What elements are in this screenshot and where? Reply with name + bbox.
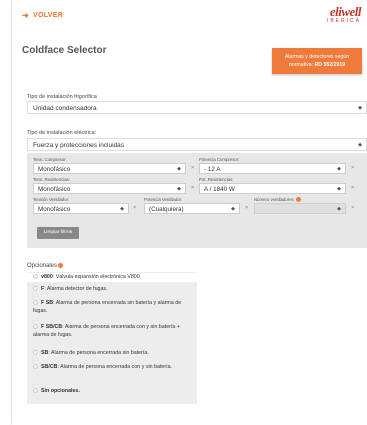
tipo-frigorifica-select[interactable]: Unidad condensadora ◆ xyxy=(27,101,367,114)
back-link[interactable]: ➜ VOLVER xyxy=(22,11,63,20)
option-item[interactable]: Sin opcionales. xyxy=(33,387,193,395)
chevron-updown-icon: ◆ xyxy=(337,206,341,212)
tipo-frigorifica-label: Tipo de instalación frigorífica xyxy=(27,94,97,100)
potencia-ventilador-select[interactable]: (Cualquiera) ◆ xyxy=(144,203,240,214)
filter-panel: Tens. Compresor: Monofásico ◆ × Potencia… xyxy=(27,153,367,248)
regulation-alert-button[interactable]: Alarmas y detectores según normativa: RD… xyxy=(272,48,362,74)
tipo-electrica-value: Fuerza y protecciones incluidas xyxy=(33,142,125,149)
tipo-frigorifica-value: Unidad condensadora xyxy=(33,105,97,112)
radio-icon[interactable] xyxy=(33,286,38,292)
clear-potencia-compresor-icon[interactable]: × xyxy=(351,165,354,171)
tension-compresor-label: Tens. Compresor: xyxy=(33,157,67,162)
tipo-electrica-label: Tipo de instalación eléctrica: xyxy=(27,130,97,136)
tension-resistencias-select[interactable]: Monofásico ◆ xyxy=(33,183,186,194)
option-item[interactable]: SB: Alarma de persona encerrada sin bate… xyxy=(33,349,193,357)
opcionales-title: Opcionales xyxy=(27,263,64,269)
chevron-updown-icon: ◆ xyxy=(358,142,362,148)
radio-icon[interactable] xyxy=(33,364,38,370)
tension-resistencias-label: Tens. Resistencias: xyxy=(33,177,71,182)
tipo-electrica-select[interactable]: Fuerza y protecciones incluidas ◆ xyxy=(27,138,367,151)
potencia-compresor-label: Potencia Compresor: xyxy=(199,157,240,162)
clear-tension-ventilador-icon[interactable]: × xyxy=(133,205,136,211)
clear-numero-ventiladores-icon[interactable]: × xyxy=(351,205,354,211)
logo-subtitle: IBERICA xyxy=(326,18,361,24)
radio-icon[interactable] xyxy=(33,350,38,356)
chevron-updown-icon: ◆ xyxy=(120,206,124,212)
chevron-updown-icon: ◆ xyxy=(177,186,181,192)
radio-icon[interactable] xyxy=(33,324,38,330)
option-item[interactable]: SB/CB: Alarma de persona encerrada con y… xyxy=(33,363,193,371)
potencia-resistencias-value: A / 1840 W xyxy=(204,186,235,193)
tension-resistencias-value: Monofásico xyxy=(38,186,71,193)
alert-line-1: Alarmas y detectores según xyxy=(284,54,350,60)
info-icon[interactable] xyxy=(58,263,64,268)
tension-ventilador-value: Monofásico xyxy=(38,206,71,213)
info-icon[interactable] xyxy=(295,197,301,203)
option-item[interactable]: F SB/CB: Alarma de persona encerrada con… xyxy=(33,323,193,339)
clear-tension-resistencias-icon[interactable]: × xyxy=(191,185,194,191)
page-title: Coldface Selector xyxy=(22,45,107,56)
chevron-updown-icon: ◆ xyxy=(337,166,341,172)
potencia-compresor-value: - 12 A xyxy=(204,166,221,173)
potencia-resistencias-label: Pot. Resistencias: xyxy=(199,177,234,182)
numero-ventiladores-select[interactable]: ◆ xyxy=(254,203,346,214)
potencia-ventilador-label: Potencia Ventilador: xyxy=(144,197,183,202)
chevron-updown-icon: ◆ xyxy=(337,186,341,192)
tension-ventilador-label: Tensión Ventilador: xyxy=(33,197,70,202)
arrow-left-icon: ➜ xyxy=(22,11,30,20)
tension-ventilador-select[interactable]: Monofásico ◆ xyxy=(33,203,129,214)
radio-icon[interactable] xyxy=(33,388,38,394)
brand-logo: eliwell IBERICA xyxy=(313,4,362,24)
clear-filters-button[interactable]: Limpiar filtros xyxy=(37,227,79,239)
chevron-updown-icon: ◆ xyxy=(177,166,181,172)
tension-compresor-value: Monofásico xyxy=(38,166,71,173)
radio-icon[interactable] xyxy=(33,274,38,280)
potencia-resistencias-select[interactable]: A / 1840 W ◆ xyxy=(199,183,346,194)
option-item[interactable]: F: Alarma detector de fugas. xyxy=(33,285,193,293)
chevron-updown-icon: ◆ xyxy=(358,105,362,111)
alert-line-2: normativa: RD 552/2019 xyxy=(288,62,346,68)
numero-ventiladores-label: Número ventiladores xyxy=(254,197,301,203)
option-item[interactable]: F SB: Alarma de persona encerrada sin ba… xyxy=(33,299,193,315)
chevron-updown-icon: ◆ xyxy=(231,206,235,212)
potencia-ventilador-value: (Cualquiera) xyxy=(149,206,184,213)
tension-compresor-select[interactable]: Monofásico ◆ xyxy=(33,163,186,174)
option-item[interactable]: v800: Válvula expansión electrónica V800… xyxy=(33,273,193,281)
clear-potencia-resistencias-icon[interactable]: × xyxy=(351,185,354,191)
clear-potencia-ventilador-icon[interactable]: × xyxy=(245,205,248,211)
back-label: VOLVER xyxy=(33,12,64,19)
potencia-compresor-select[interactable]: - 12 A ◆ xyxy=(199,163,346,174)
clear-tension-compresor-icon[interactable]: × xyxy=(191,165,194,171)
radio-icon[interactable] xyxy=(33,300,38,306)
